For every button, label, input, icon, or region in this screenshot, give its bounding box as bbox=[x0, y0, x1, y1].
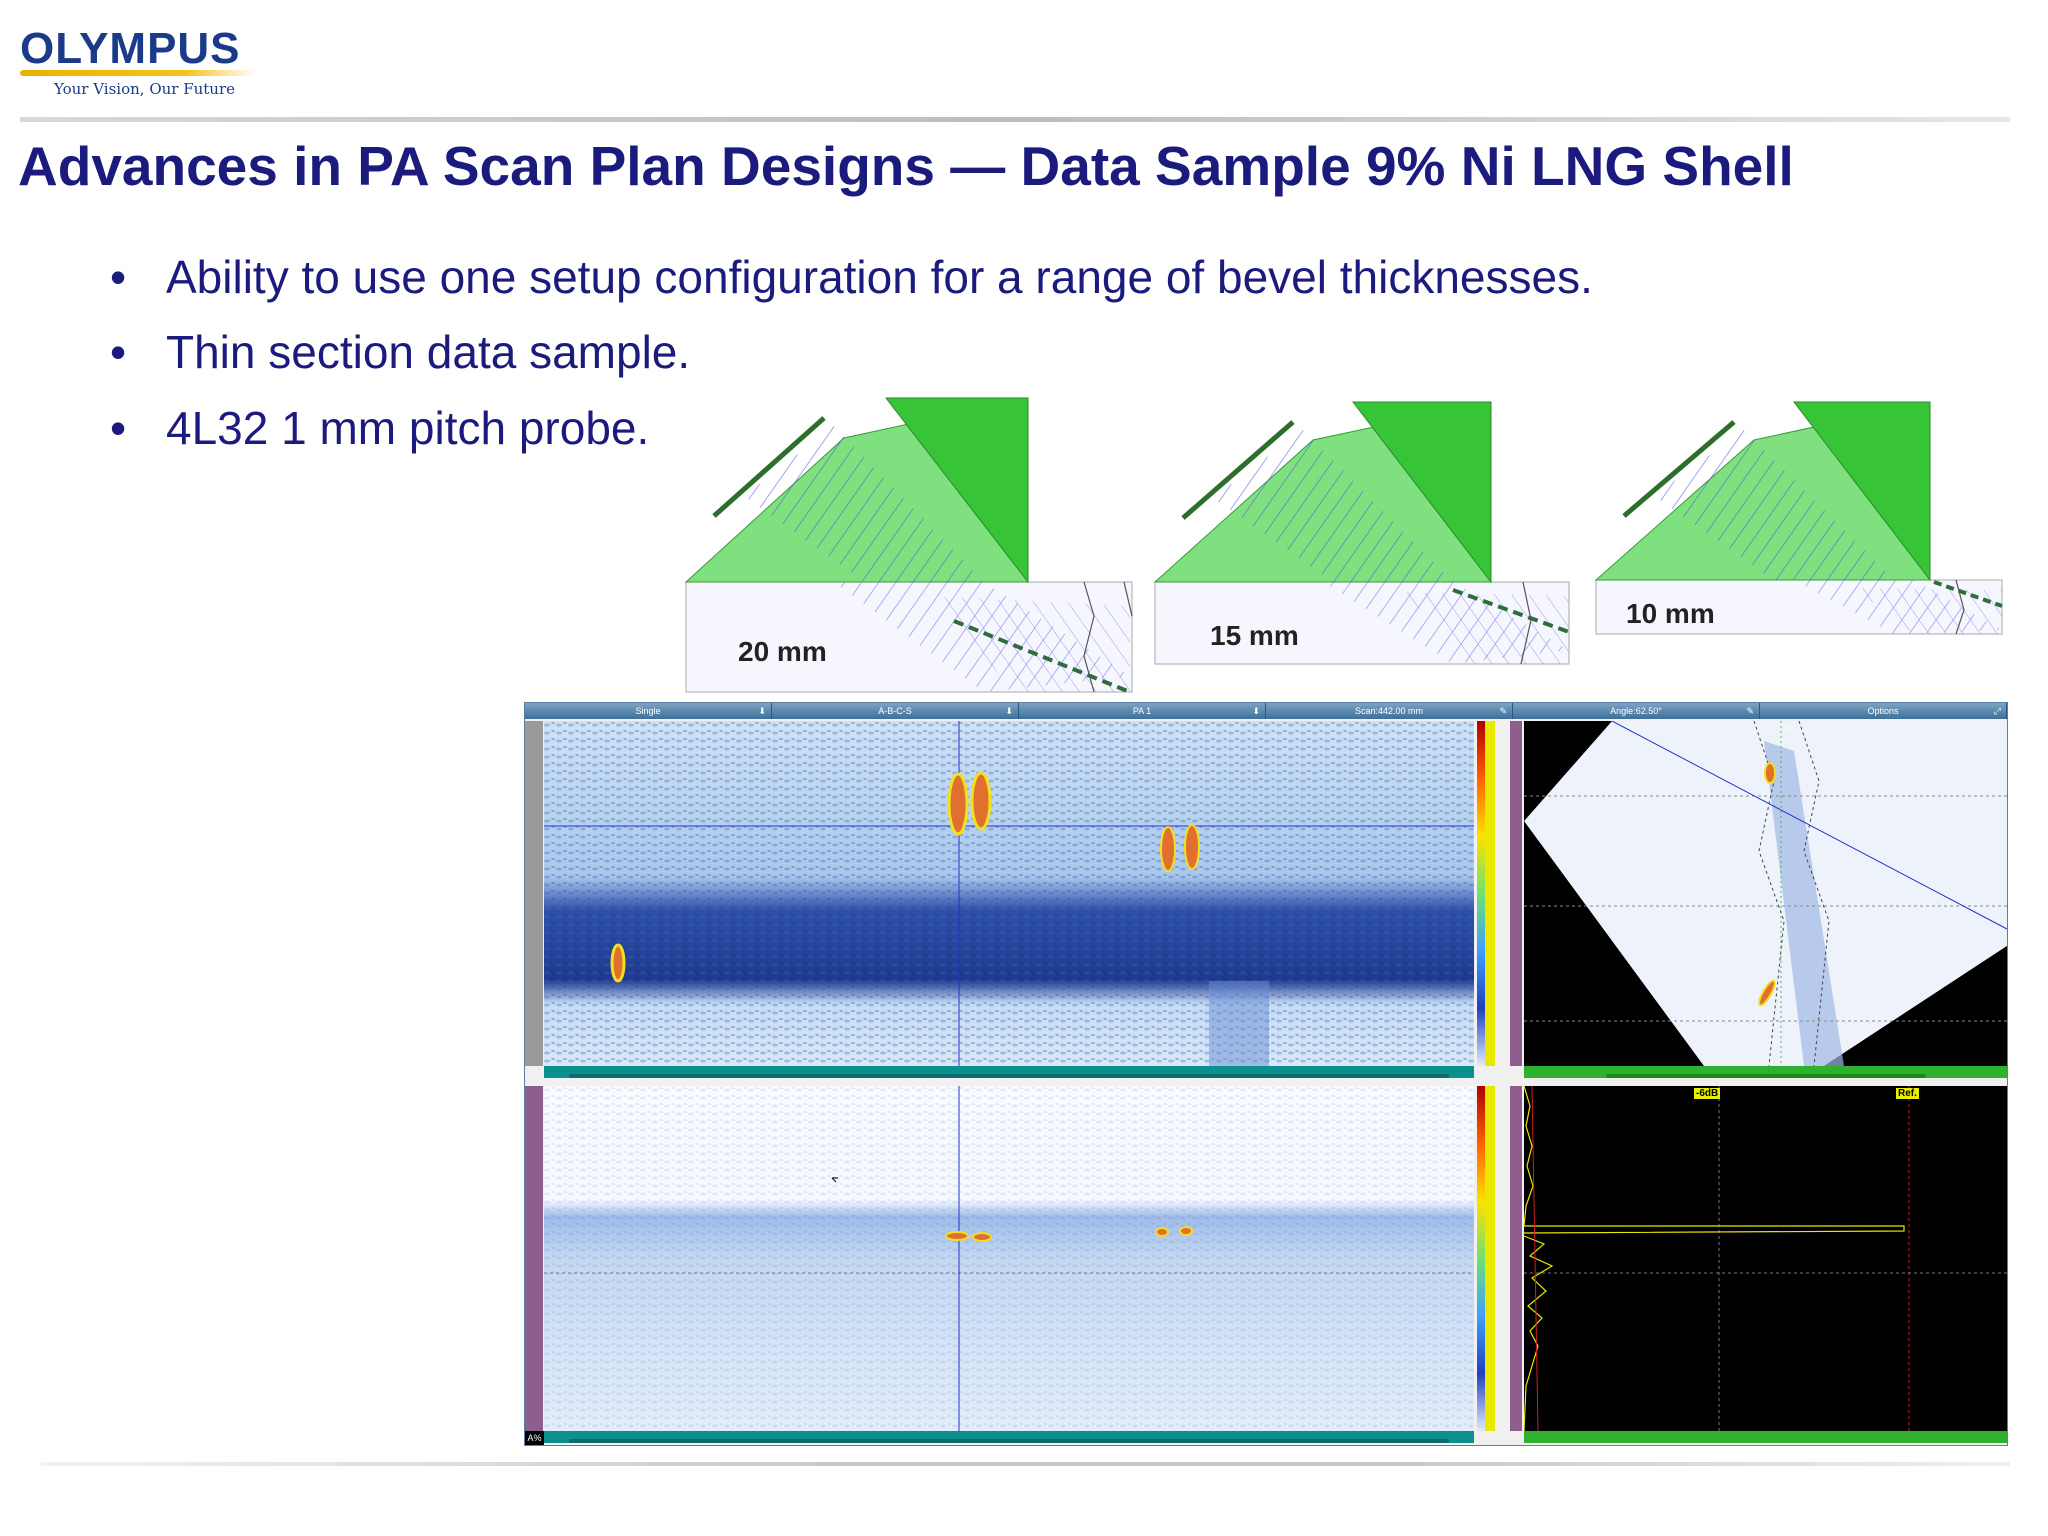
bullet-text: Thin section data sample. bbox=[166, 326, 691, 378]
sector-scan-image: CL bbox=[1524, 721, 2007, 1066]
cscan-color-palette bbox=[1477, 721, 1485, 1066]
bullet-item: • 4L32 1 mm pitch probe. bbox=[110, 401, 649, 455]
toolbar-scan-field[interactable]: Scan:442.00 mm ✎ bbox=[1266, 703, 1513, 719]
diagram-label-10mm: 10 mm bbox=[1626, 598, 1715, 629]
slide-title: Advances in PA Scan Plan Designs — Data … bbox=[18, 135, 1794, 197]
diagram-label-20mm: 20 mm bbox=[738, 636, 827, 667]
diagram-label-15mm: 15 mm bbox=[1210, 620, 1299, 651]
bullet-glyph: • bbox=[110, 326, 127, 378]
logo-tagline: Your Vision, Our Future bbox=[54, 80, 236, 98]
bullet-item: • Ability to use one setup configuration … bbox=[110, 250, 1593, 304]
ascan-image bbox=[1524, 1086, 2007, 1431]
toolbar-group-dropdown[interactable]: PA 1 ⬇ bbox=[1019, 703, 1266, 719]
software-window: Single ⬇ A-B-C-S ⬇ PA 1 ⬇ Scan:442.00 mm… bbox=[524, 702, 2008, 1446]
toolbar-label: Angle:62.50° bbox=[1610, 706, 1662, 716]
cscan-view[interactable] bbox=[544, 721, 1474, 1066]
toolbar-label: PA 1 bbox=[1132, 706, 1152, 716]
footer-divider bbox=[40, 1462, 2010, 1466]
bullet-item: • Thin section data sample. bbox=[110, 325, 690, 379]
bullet-text: 4L32 1 mm pitch probe. bbox=[166, 402, 650, 454]
arrow-down-icon: ⬇ bbox=[758, 706, 766, 716]
header-divider bbox=[20, 117, 2010, 122]
bscan-horizontal-ruler[interactable] bbox=[544, 1431, 1474, 1443]
bscan-view[interactable] bbox=[544, 1086, 1474, 1431]
cscan-vertical-ruler[interactable] bbox=[525, 721, 543, 1066]
ascan-gate-minus6db-tag[interactable]: -6dB bbox=[1694, 1088, 1721, 1099]
logo-swoosh bbox=[20, 70, 256, 76]
expand-icon: ⤢ bbox=[1993, 706, 2001, 716]
toolbar-view-dropdown[interactable]: A-B-C-S ⬇ bbox=[772, 703, 1019, 719]
olympus-logo-wordmark: OLYMPUS bbox=[20, 24, 241, 73]
cscan-image bbox=[544, 721, 1474, 1066]
toolbar-label: Scan:442.00 mm bbox=[1354, 706, 1424, 716]
pencil-icon: ✎ bbox=[1499, 706, 1507, 716]
arrow-down-icon: ⬇ bbox=[1252, 706, 1260, 716]
toolbar-label: Options bbox=[1867, 706, 1899, 716]
toolbar-label: Single bbox=[635, 706, 661, 716]
ascan-view[interactable]: -6dB Ref. bbox=[1524, 1086, 2007, 1431]
toolbar-angle-field[interactable]: Angle:62.50° ✎ bbox=[1513, 703, 1760, 719]
toolbar-options-button[interactable]: Options ⤢ bbox=[1760, 703, 2007, 719]
bscan-gate-bar bbox=[1485, 1086, 1495, 1431]
sector-scan-view[interactable]: CL bbox=[1524, 721, 2007, 1066]
bullet-glyph: • bbox=[110, 251, 127, 303]
toolbar-label: A-B-C-S bbox=[878, 706, 912, 716]
sector-vertical-ruler[interactable] bbox=[1510, 721, 1522, 1066]
toolbar-layout-dropdown[interactable]: Single ⬇ bbox=[525, 703, 772, 719]
arrow-down-icon: ⬇ bbox=[1005, 706, 1013, 716]
analysis-toolbar: Single ⬇ A-B-C-S ⬇ PA 1 ⬇ Scan:442.00 mm… bbox=[525, 703, 2007, 719]
bullet-glyph: • bbox=[110, 402, 127, 454]
sector-cl-label: CL bbox=[1784, 723, 1796, 733]
cscan-gate-bar bbox=[1485, 721, 1495, 1066]
sector-horizontal-ruler[interactable] bbox=[1524, 1066, 2007, 1078]
bullet-text: Ability to use one setup configuration f… bbox=[166, 251, 1593, 303]
ascan-ref-tag[interactable]: Ref. bbox=[1896, 1088, 1919, 1099]
pencil-icon: ✎ bbox=[1746, 706, 1754, 716]
ascan-horizontal-ruler[interactable] bbox=[1524, 1431, 2007, 1443]
ascan-vertical-ruler[interactable] bbox=[1510, 1086, 1522, 1431]
corner-label: A% bbox=[525, 1431, 544, 1445]
bscan-image bbox=[544, 1086, 1474, 1431]
bscan-vertical-ruler[interactable] bbox=[525, 1086, 543, 1431]
bscan-color-palette bbox=[1477, 1086, 1485, 1431]
cscan-horizontal-ruler[interactable] bbox=[544, 1066, 1474, 1078]
